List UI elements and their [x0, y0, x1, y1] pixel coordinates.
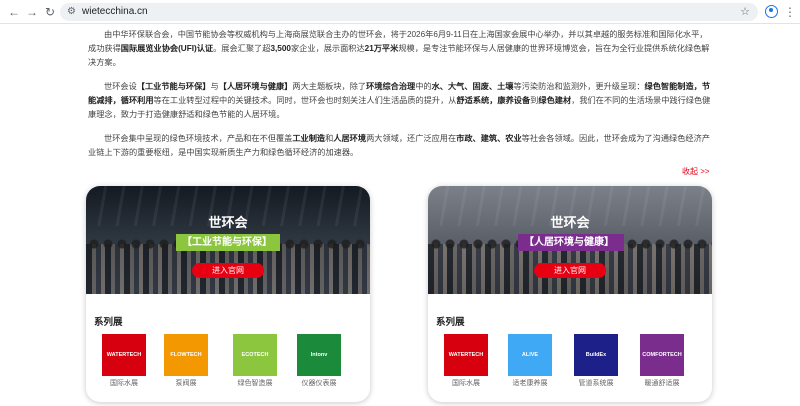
- highlight-text: 绿色建材: [538, 96, 572, 105]
- series-logos: WATERTECH 国际水展 ALIVE 适老康养展 BuildEx 管道系统展…: [444, 334, 704, 394]
- highlight-text: 【人居环境与健康】: [218, 82, 293, 91]
- series-logo-ecotech[interactable]: ECOTECH 绿色智造展: [233, 334, 277, 394]
- highlight-text: 舒适系统，康养设备: [456, 96, 531, 105]
- logo-label: 暖通舒适展: [644, 380, 680, 387]
- logo-label: 仪器仪表展: [301, 380, 337, 387]
- buildex-logo: BuildEx: [574, 334, 618, 376]
- card-title: 世环会: [550, 215, 590, 230]
- watertech-logo: WATERTECH: [102, 334, 146, 376]
- more-menu-icon[interactable]: ⋮: [784, 4, 796, 20]
- body-text: 等在工业转型过程中的关键技术。同时，世环会也时刻关注人们生活品质的提升，从: [153, 96, 457, 105]
- back-icon[interactable]: ←: [6, 4, 22, 20]
- ecotech-logo: ECOTECH: [233, 334, 277, 376]
- body-text: 中的: [415, 82, 432, 91]
- forward-icon[interactable]: →: [24, 4, 40, 20]
- body-text: 世环会设: [104, 82, 137, 91]
- body-text: 两大领域，还广泛应用在: [366, 134, 457, 143]
- profile-icon[interactable]: [765, 5, 778, 18]
- series-title: 系列展: [436, 317, 465, 328]
- body-text: 两大主题板块，除了: [292, 82, 367, 91]
- address-bar[interactable]: ⚙ wietecchina.cn ☆: [60, 3, 758, 21]
- series-logo-intonv[interactable]: Intonv 仪器仪表展: [297, 334, 341, 394]
- logo-label: 适老康养展: [512, 380, 548, 387]
- intro-paragraph-1: 由中华环保联合会，中国节能协会等权威机构与上海商展览联合主办的世环会，将于202…: [88, 28, 713, 70]
- highlight-text: 国际展览业协会(UFI)认证: [120, 44, 214, 53]
- body-text: 等污染防治和监测外，更升级呈现：: [513, 82, 645, 91]
- highlight-text: 环境综合治理: [366, 82, 416, 91]
- logo-label: 绿色智造展: [237, 380, 273, 387]
- reload-icon[interactable]: ↻: [42, 4, 58, 20]
- body-text: 与: [210, 82, 219, 91]
- enter-website-button[interactable]: 进入官网: [192, 263, 264, 278]
- highlight-text: 市政、建筑、农业: [456, 134, 522, 143]
- highlight-text: 工业制造: [292, 134, 326, 143]
- intro-paragraph-3: 世环会集中呈现的绿色环境技术，产品和在不但覆盖工业制造和人居环境两大领域，还广泛…: [88, 132, 713, 160]
- highlight-text: 人居环境: [333, 134, 367, 143]
- card-title: 世环会: [208, 215, 248, 230]
- highlight-text: 3,500: [270, 44, 291, 53]
- comfortech-logo: COMFORTECH: [640, 334, 684, 376]
- card-banner: 世环会 【工业节能与环保】 进入官网: [86, 186, 370, 294]
- series-logo-buildex[interactable]: BuildEx 管道系统展: [574, 334, 618, 394]
- collapse-link[interactable]: 收起 >>: [682, 166, 710, 177]
- logo-label: 管道系统展: [578, 380, 614, 387]
- series-logo-watertech[interactable]: WATERTECH 国际水展: [444, 334, 488, 394]
- series-title: 系列展: [94, 317, 123, 328]
- site-info-icon[interactable]: ⚙: [67, 5, 76, 19]
- intro-paragraph-2: 世环会设【工业节能与环保】与【人居环境与健康】两大主题板块，除了环境综合治理中的…: [88, 80, 713, 122]
- bookmark-star-icon[interactable]: ☆: [740, 3, 750, 21]
- intro-text: 由中华环保联合会，中国节能协会等权威机构与上海商展览联合主办的世环会，将于202…: [88, 28, 713, 170]
- exhibition-card-industrial: 世环会 【工业节能与环保】 进入官网 系列展 WATERTECH 国际水展 FL…: [86, 186, 370, 402]
- card-theme-tag: 【工业节能与环保】: [176, 234, 280, 251]
- logo-label: 国际水展: [110, 380, 138, 387]
- series-logo-comfortech[interactable]: COMFORTECH 暖通舒适展: [640, 334, 684, 394]
- alive-logo: ALIVE: [508, 334, 552, 376]
- flowtech-logo: FLOWTECH: [164, 334, 208, 376]
- highlight-text: 水、大气、固废、土壤: [431, 82, 514, 91]
- browser-toolbar: ← → ↻ ⚙ wietecchina.cn ☆ ⋮: [0, 0, 800, 24]
- card-banner: 世环会 【人居环境与健康】 进入官网: [428, 186, 712, 294]
- highlight-text: 21万平米: [364, 44, 399, 53]
- body-text: 家企业，展示面积达: [290, 44, 365, 53]
- series-logo-flowtech[interactable]: FLOWTECH 泵阀展: [164, 334, 208, 394]
- url-text[interactable]: wietecchina.cn: [82, 3, 148, 21]
- watertech-logo: WATERTECH: [444, 334, 488, 376]
- series-logos: WATERTECH 国际水展 FLOWTECH 泵阀展 ECOTECH 绿色智造…: [102, 334, 362, 394]
- logo-label: 国际水展: [452, 380, 480, 387]
- enter-website-button[interactable]: 进入官网: [534, 263, 606, 278]
- logo-label: 泵阀展: [175, 380, 197, 387]
- series-logo-watertech[interactable]: WATERTECH 国际水展: [102, 334, 146, 394]
- highlight-text: 【工业节能与环保】: [136, 82, 211, 91]
- exhibition-card-living: 世环会 【人居环境与健康】 进入官网 系列展 WATERTECH 国际水展 AL…: [428, 186, 712, 402]
- series-logo-alive[interactable]: ALIVE 适老康养展: [508, 334, 552, 394]
- card-theme-tag: 【人居环境与健康】: [518, 234, 624, 251]
- body-text: 世环会集中呈现的绿色环境技术，产品和在不但覆盖: [104, 134, 293, 143]
- body-text: 。展会汇聚了超: [213, 44, 271, 53]
- intonv-logo: Intonv: [297, 334, 341, 376]
